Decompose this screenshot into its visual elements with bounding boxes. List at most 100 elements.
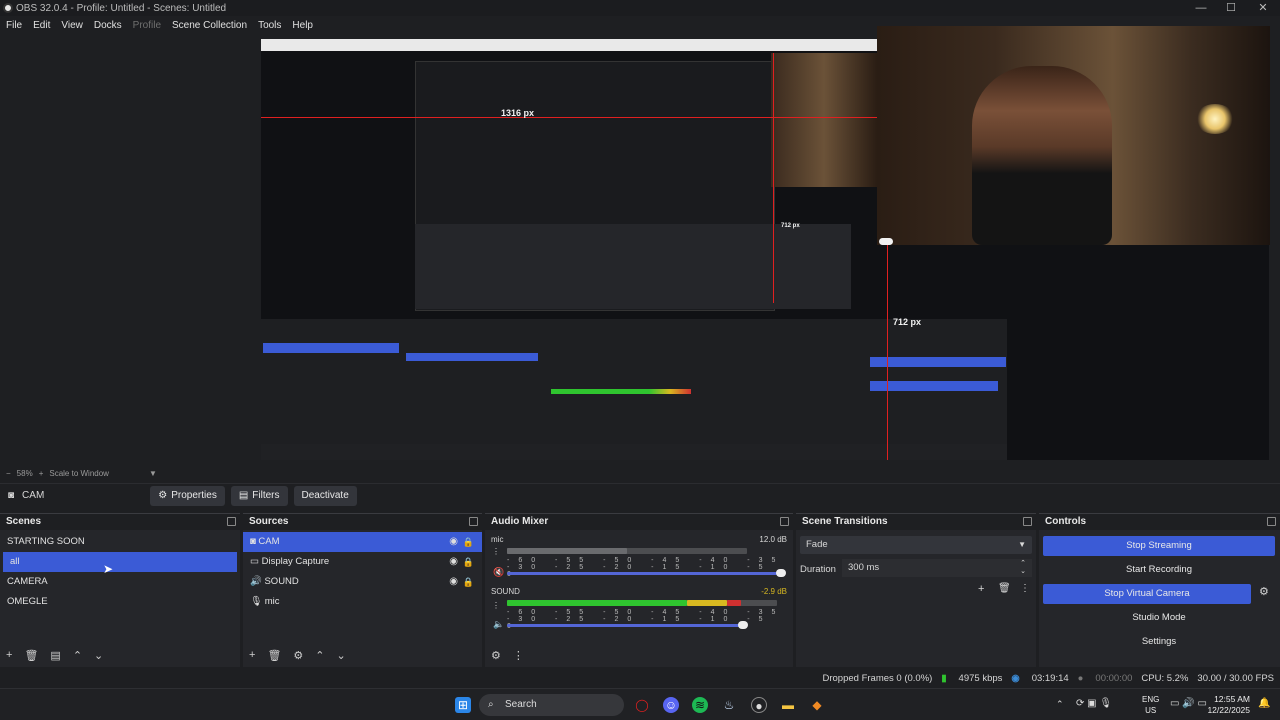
minimize-button[interactable]: — (1186, 0, 1216, 16)
stop-streaming-button[interactable]: Stop Streaming (1043, 536, 1275, 556)
scene-item-selected[interactable]: all (3, 552, 237, 572)
zoom-out-icon[interactable]: − (6, 469, 11, 478)
language-indicator[interactable]: ENG US (1142, 694, 1159, 716)
stop-virtual-camera-button[interactable]: Stop Virtual Camera (1043, 584, 1251, 604)
filter-icon[interactable]: ▤ (50, 649, 60, 662)
menu-profile[interactable]: Profile (133, 20, 161, 31)
scale-mode-select[interactable]: Scale to Window (49, 469, 109, 478)
duration-input[interactable]: 300 ms ⌃ ⌄ (842, 559, 1032, 577)
source-item-mic[interactable]: 🎙 mic (243, 592, 482, 612)
undock-icon[interactable] (1023, 517, 1032, 526)
windows-start-icon[interactable]: ⊞ (455, 697, 471, 713)
menu-tools[interactable]: Tools (258, 20, 281, 31)
menu-dots-icon[interactable]: ⋮ (492, 547, 500, 556)
scene-item[interactable]: OMEGLE (0, 592, 240, 612)
scene-item[interactable]: CAMERA (0, 572, 240, 592)
cpu-usage: CPU: 5.2% (1141, 672, 1189, 684)
bitrate: ▮ 4975 kbps (941, 673, 1002, 684)
deactivate-button[interactable]: Deactivate (293, 485, 357, 506)
spinner-icon[interactable]: ⌃ ⌄ (1020, 560, 1026, 576)
lock-icon[interactable]: 🔒 (463, 572, 474, 592)
sources-title: Sources (243, 514, 482, 530)
undock-icon[interactable] (1267, 517, 1276, 526)
notification-icon[interactable]: 🔔 (1258, 698, 1270, 709)
folder-icon[interactable]: ▬ (780, 697, 796, 713)
menu-help[interactable]: Help (292, 20, 313, 31)
steam-icon[interactable]: ♨ (721, 697, 737, 713)
menu-file[interactable]: File (6, 20, 22, 31)
move-down-icon[interactable]: ⌄ (94, 649, 103, 662)
trash-icon[interactable]: 🗑 (267, 649, 281, 662)
undock-icon[interactable] (227, 517, 236, 526)
volume-knob-sound[interactable] (738, 621, 748, 629)
eye-icon[interactable]: ◉ (449, 552, 458, 572)
source-item-sound[interactable]: 🔊 SOUND ◉ 🔒 (243, 572, 482, 592)
menu-dots-icon[interactable]: ⋮ (492, 601, 500, 610)
channel-name-sound: SOUND (491, 587, 520, 596)
start-recording-button[interactable]: Start Recording (1043, 560, 1275, 580)
gear-icon[interactable]: ⚙ (293, 649, 303, 662)
settings-button[interactable]: Settings (1043, 632, 1275, 652)
maximize-button[interactable]: ☐ (1216, 0, 1246, 16)
eye-icon[interactable]: ◉ (449, 532, 458, 552)
move-up-icon[interactable]: ⌃ (73, 649, 82, 662)
menu-edit[interactable]: Edit (33, 20, 50, 31)
tray-chevron-icon[interactable]: ⌃ (1056, 699, 1064, 710)
move-up-icon[interactable]: ⌃ (315, 649, 324, 662)
add-icon[interactable]: + (978, 583, 984, 595)
source-item-display-capture[interactable]: ▭ Display Capture ◉ 🔒 (243, 552, 482, 572)
menu-view[interactable]: View (61, 20, 83, 31)
studio-mode-button[interactable]: Studio Mode (1043, 608, 1275, 628)
source-label: SOUND (264, 576, 299, 587)
menu-scene-collection[interactable]: Scene Collection (172, 20, 247, 31)
volume-knob-mic[interactable] (776, 569, 786, 577)
mouse-cursor-icon: ➤ (103, 562, 114, 576)
lamp-glow (1195, 104, 1235, 134)
transition-value: Fade (806, 539, 828, 550)
transition-select[interactable]: Fade ▼ (800, 536, 1032, 554)
trash-icon[interactable]: 🗑 (24, 649, 38, 662)
network-volume-battery-icons[interactable]: ▭ 🔊 ▭ (1170, 698, 1207, 709)
lock-icon[interactable]: 🔒 (463, 532, 474, 552)
camera-feed[interactable] (877, 26, 1270, 245)
mute-icon[interactable]: 🔇 (493, 567, 504, 578)
undock-icon[interactable] (469, 517, 478, 526)
gear-icon[interactable]: ⚙ (1259, 585, 1269, 598)
filters-label: Filters (252, 489, 280, 501)
speaker-icon[interactable]: 🔈 (493, 619, 504, 630)
tray-icons[interactable]: ⟳ ▣ 🎙 (1076, 698, 1112, 709)
source-item-cam[interactable]: ◙ CAM ◉ 🔒 (243, 532, 482, 552)
opera-icon[interactable]: ◯ (634, 697, 650, 713)
trash-icon[interactable]: 🗑 (998, 583, 1011, 594)
move-down-icon[interactable]: ⌄ (337, 649, 346, 662)
record-time-value: 00:00:00 (1095, 672, 1133, 684)
discord-icon[interactable]: ☺ (663, 697, 679, 713)
undock-icon[interactable] (780, 517, 789, 526)
taskbar-search[interactable]: ⌕ Search (479, 694, 624, 716)
menu-dots-icon[interactable]: ⋮ (1020, 583, 1030, 594)
menu-docks[interactable]: Docks (94, 20, 122, 31)
spotify-icon[interactable]: ≋ (692, 697, 708, 713)
record-icon: ● (1077, 672, 1084, 684)
title-bar: OBS 32.0.4 - Profile: Untitled - Scenes:… (0, 0, 1280, 16)
filters-button[interactable]: ▤ Filters (230, 485, 288, 506)
lang-secondary: US (1145, 706, 1157, 715)
menu-dots-icon[interactable]: ⋮ (513, 649, 524, 662)
app-icon[interactable]: ◆ (809, 697, 825, 713)
volume-slider-mic[interactable] (507, 572, 777, 575)
bitrate-value: 4975 kbps (958, 672, 1003, 684)
resize-handle-icon[interactable] (879, 238, 893, 245)
add-icon[interactable]: + (6, 649, 12, 661)
taskbar-clock[interactable]: 12:55 AM 12/22/2025 (1207, 694, 1250, 716)
volume-slider-sound[interactable] (507, 624, 747, 627)
scene-item[interactable]: STARTING SOON (0, 532, 240, 552)
lock-icon[interactable]: 🔒 (463, 552, 474, 572)
obs-taskbar-icon[interactable]: ● (751, 697, 767, 713)
chevron-down-icon[interactable]: ▼ (149, 469, 157, 478)
properties-button[interactable]: ⚙ Properties (150, 485, 225, 506)
zoom-in-icon[interactable]: + (39, 469, 44, 478)
gear-icon[interactable]: ⚙ (491, 649, 501, 662)
close-button[interactable]: ✕ (1248, 0, 1278, 16)
eye-icon[interactable]: ◉ (449, 572, 458, 592)
add-icon[interactable]: + (249, 649, 255, 661)
